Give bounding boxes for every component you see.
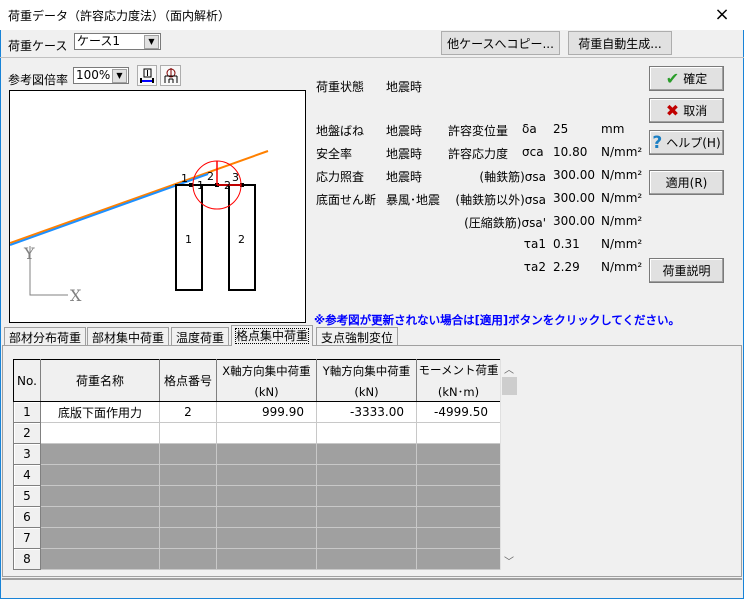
row-number: 4 [13, 464, 41, 486]
tab-nodal-point-load[interactable]: 格点集中荷重 [231, 325, 314, 346]
table-row: 6 [13, 506, 501, 528]
param-amount: 2.29 [553, 260, 580, 274]
row-number: 3 [13, 443, 41, 465]
row-number: 7 [13, 527, 41, 549]
tab-temperature-load[interactable]: 温度荷重 [171, 327, 230, 345]
design-params: 地盤ばね 地震時 許容変位量 δa 25 mm 安全率 地震時 許容応力度 σc… [0, 0, 744, 300]
table-row: 5 [13, 485, 501, 507]
table-row: 7 [13, 527, 501, 549]
cross-icon: ✖ [665, 101, 680, 120]
row-number[interactable]: 2 [13, 422, 41, 444]
cancel-button[interactable]: ✖ 取消 [649, 98, 724, 123]
param-value: 地震時 [386, 147, 423, 161]
fy-cell[interactable] [316, 422, 417, 444]
load-name-cell[interactable] [40, 422, 160, 444]
param-unit: N/mm² [601, 191, 643, 205]
vertical-scrollbar[interactable]: ︿ ﹀ [500, 359, 517, 570]
param-unit: N/mm² [601, 260, 643, 274]
fx-cell[interactable] [216, 422, 317, 444]
refresh-note: ※参考図が更新されない場合は[適用]ボタンをクリックしてください。 [314, 313, 680, 327]
param-label: 地盤ばね [316, 124, 365, 138]
param-amount: 300.00 [553, 191, 595, 205]
param-amount: 0.31 [553, 237, 580, 251]
help-button[interactable]: ? ヘルプ(H) [649, 130, 724, 155]
scroll-up-icon[interactable]: ︿ [504, 361, 514, 376]
question-icon: ? [652, 132, 663, 153]
col-header-name: 荷重名称 [40, 359, 160, 402]
ok-button[interactable]: ✔ 確定 [649, 66, 724, 91]
status-bar [2, 578, 742, 598]
param-name: 許容変位量 [448, 124, 509, 138]
table-header: No. 荷重名称 格点番号 X軸方向集中荷重 (kN) Y軸方向集中荷重 (kN) … [13, 359, 501, 402]
node-number-cell[interactable]: 2 [159, 401, 217, 423]
node-number-cell[interactable] [159, 422, 217, 444]
param-name: 許容応力度 [448, 147, 509, 161]
tab-support-displacement[interactable]: 支点強制変位 [316, 327, 399, 345]
param-unit: N/mm² [601, 168, 643, 182]
param-amount: 25 [553, 122, 569, 136]
nodal-load-table: No. 荷重名称 格点番号 X軸方向集中荷重 (kN) Y軸方向集中荷重 (kN) … [13, 359, 501, 570]
param-amount: 10.80 [553, 145, 588, 159]
table-row[interactable]: 1 底版下面作用力 2 999.90 -3333.00 -4999.50 [13, 401, 501, 423]
param-unit: N/mm² [601, 237, 643, 251]
param-name: τa1 [523, 237, 546, 251]
load-explanation-button[interactable]: 荷重説明 [649, 258, 724, 283]
param-name: (軸鉄筋)σsa [479, 170, 546, 184]
moment-cell[interactable]: -4999.50 [416, 401, 501, 423]
col-header-fy: Y軸方向集中荷重 (kN) [316, 359, 417, 402]
apply-button[interactable]: 適用(R) [649, 170, 724, 195]
col-header-node: 格点番号 [159, 359, 217, 402]
row-number: 5 [13, 485, 41, 507]
row-number: 6 [13, 506, 41, 528]
scroll-down-icon[interactable]: ﹀ [504, 553, 514, 568]
table-row: 4 [13, 464, 501, 486]
param-label: 応力照査 [316, 170, 365, 184]
scrollbar-thumb[interactable] [502, 377, 517, 395]
param-value: 地震時 [386, 170, 423, 184]
load-name-cell[interactable]: 底版下面作用力 [40, 401, 160, 423]
param-amount: 300.00 [553, 168, 595, 182]
tab-label: 格点集中荷重 [234, 328, 310, 344]
checkmark-icon: ✔ [665, 69, 680, 88]
row-number: 8 [13, 548, 41, 570]
cancel-label: 取消 [683, 104, 708, 118]
tab-member-distributed-load[interactable]: 部材分布荷重 [4, 327, 87, 345]
col-header-fx: X軸方向集中荷重 (kN) [216, 359, 317, 402]
fy-cell[interactable]: -3333.00 [316, 401, 417, 423]
col-header-moment: モーメント荷重 (kN･m) [416, 359, 501, 402]
tab-label: 温度荷重 [176, 331, 225, 345]
param-symbol: δa [522, 122, 537, 136]
param-value: 地震時 [386, 124, 423, 138]
param-symbol: σca [522, 145, 544, 159]
tab-label: 支点強制変位 [321, 331, 394, 345]
tab-member-point-load[interactable]: 部材集中荷重 [87, 327, 170, 345]
param-label: 底面せん断 [316, 193, 377, 207]
param-unit: N/mm² [601, 214, 643, 228]
param-name: τa2 [523, 260, 546, 274]
tab-label: 部材分布荷重 [9, 331, 82, 345]
fx-cell[interactable]: 999.90 [216, 401, 317, 423]
tab-label: 部材集中荷重 [92, 331, 165, 345]
table-row: 8 [13, 548, 501, 570]
ok-label: 確定 [683, 72, 708, 86]
param-unit: mm [601, 122, 625, 136]
param-amount: 300.00 [553, 214, 595, 228]
param-unit: N/mm² [601, 145, 643, 159]
row-number[interactable]: 1 [13, 401, 41, 423]
param-name: (軸鉄筋以外)σsa [455, 193, 546, 207]
table-row[interactable]: 2 [13, 422, 501, 444]
table-row: 3 [13, 443, 501, 465]
moment-cell[interactable] [416, 422, 501, 444]
param-name: (圧縮鉄筋)σsa' [464, 216, 546, 230]
col-header-no: No. [13, 359, 41, 402]
param-label: 安全率 [316, 147, 353, 161]
help-label: ヘルプ(H) [666, 136, 721, 150]
